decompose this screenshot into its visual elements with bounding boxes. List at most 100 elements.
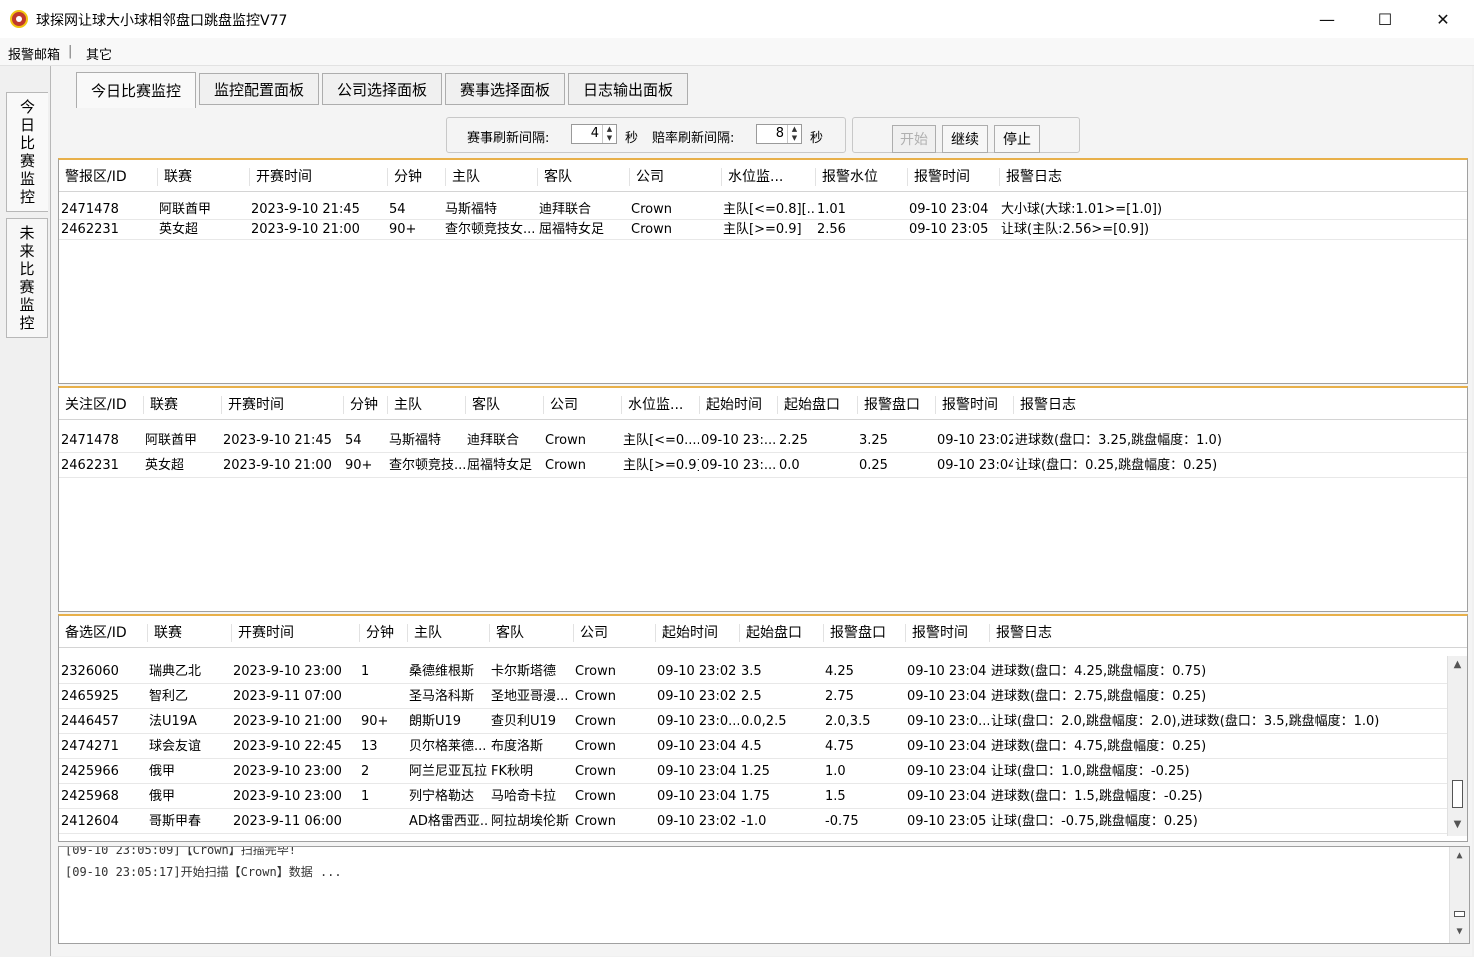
maximize-button[interactable]: ☐ <box>1356 0 1414 38</box>
column-header[interactable]: 开赛时间 <box>221 396 284 414</box>
table-cell: 4.75 <box>825 739 854 754</box>
side-tab-today-matches[interactable]: 今日比赛监控 <box>6 92 48 212</box>
column-header[interactable]: 公司 <box>629 168 664 186</box>
column-header[interactable]: 报警日志 <box>999 168 1062 186</box>
tab-monitor-config[interactable]: 监控配置面板 <box>199 73 319 105</box>
odds-refresh-label: 赔率刷新间隔: <box>652 131 735 146</box>
table-row[interactable]: 2446457 法U19A 2023-9-10 21:00 90+ 朗斯U19 查贝利U1… <box>59 709 1447 734</box>
column-header[interactable]: 报警日志 <box>1013 396 1076 414</box>
tab-company-select[interactable]: 公司选择面板 <box>322 73 442 105</box>
stepper-arrows-icon[interactable]: ▲ ▼ <box>602 125 616 143</box>
column-header[interactable]: 客队 <box>465 396 500 414</box>
table-row[interactable]: 2326060 瑞典乙北 2023-9-10 23:00 1 桑德维根斯 卡尔斯塔德 Cro… <box>59 659 1447 684</box>
column-header[interactable]: 主队 <box>387 396 422 414</box>
close-button[interactable]: ✕ <box>1414 0 1472 38</box>
column-header[interactable]: 警报区/ID <box>59 168 127 186</box>
column-header[interactable]: 主队 <box>407 624 442 642</box>
table-cell: 桑德维根斯 <box>409 664 475 679</box>
column-header[interactable]: 起始盘口 <box>739 624 802 642</box>
column-header[interactable]: 报警盘口 <box>823 624 886 642</box>
column-header[interactable]: 报警时间 <box>907 168 970 186</box>
table-row[interactable]: 2462231 英女超 2023-9-10 21:00 90+ 查尔顿竞技女... 屈福特… <box>59 220 1467 240</box>
table-cell: 1.01 <box>817 202 846 217</box>
column-header[interactable]: 分钟 <box>387 168 422 186</box>
table-row[interactable]: 2425968 俄甲 2023-9-10 23:00 1 列宁格勒达 马哈奇卡拉 Crown… <box>59 784 1447 809</box>
start-button[interactable]: 开始 <box>892 125 936 153</box>
tab-today-monitor[interactable]: 今日比赛监控 <box>76 72 196 108</box>
column-header[interactable]: 起始时间 <box>655 624 718 642</box>
table-scrollbar[interactable]: ▲ ▼ <box>1447 656 1467 836</box>
column-header[interactable]: 水位监... <box>721 168 783 186</box>
table-cell: 进球数(盘口：4.75,跳盘幅度：0.25) <box>991 739 1207 754</box>
column-header[interactable]: 分钟 <box>359 624 394 642</box>
column-header[interactable]: 起始时间 <box>699 396 762 414</box>
column-header[interactable]: 开赛时间 <box>231 624 294 642</box>
column-header[interactable]: 报警盘口 <box>857 396 920 414</box>
table-row[interactable]: 2471478 阿联酋甲 2023-9-10 21:45 54 马斯福特 迪拜联合 Crow… <box>59 428 1467 453</box>
column-header[interactable]: 主队 <box>445 168 480 186</box>
table-cell: 2023-9-10 21:00 <box>223 458 332 473</box>
menu-alarm-mail[interactable]: 报警邮箱 <box>8 44 60 63</box>
scroll-up-icon[interactable]: ▲ <box>1448 656 1467 674</box>
column-header[interactable]: 报警水位 <box>815 168 878 186</box>
scroll-down-icon[interactable]: ▼ <box>1450 923 1469 941</box>
scroll-thumb[interactable] <box>1454 911 1465 917</box>
column-header[interactable]: 报警日志 <box>989 624 1052 642</box>
column-header[interactable]: 备选区/ID <box>59 624 127 642</box>
log-line: [09-10 23:05:09]【Crown】扫描完毕! <box>65 846 296 857</box>
column-header[interactable]: 公司 <box>543 396 578 414</box>
table-row[interactable]: 2471478 阿联酋甲 2023-9-10 21:45 54 马斯福特 迪拜联合 Crow… <box>59 200 1467 220</box>
match-refresh-stepper[interactable]: 4 ▲ ▼ <box>571 124 617 144</box>
minimize-button[interactable]: — <box>1298 0 1356 38</box>
table-cell: 朗斯U19 <box>409 714 462 729</box>
column-header[interactable]: 客队 <box>489 624 524 642</box>
resume-button[interactable]: 继续 <box>942 125 988 153</box>
scroll-thumb[interactable] <box>1452 780 1463 808</box>
table-row[interactable]: 2412604 哥斯甲春 2023-9-11 06:00 AD格雷西亚... 阿拉胡埃伦… <box>59 809 1447 834</box>
column-header[interactable]: 报警时间 <box>905 624 968 642</box>
tab-log-output[interactable]: 日志输出面板 <box>568 73 688 105</box>
table-cell: 4.25 <box>825 664 854 679</box>
column-header[interactable]: 联赛 <box>143 396 178 414</box>
odds-refresh-stepper[interactable]: 8 ▲ ▼ <box>756 124 802 144</box>
match-refresh-value: 4 <box>590 126 599 141</box>
column-header[interactable]: 联赛 <box>147 624 182 642</box>
table-cell: 2425968 <box>61 789 119 804</box>
table-row[interactable]: 2474271 球会友谊 2023-9-10 22:45 13 贝尔格莱德... 布度洛斯… <box>59 734 1447 759</box>
column-header[interactable]: 开赛时间 <box>249 168 312 186</box>
column-header[interactable]: 公司 <box>573 624 608 642</box>
table-cell: 09-10 23:04 <box>907 789 987 804</box>
scroll-up-icon[interactable]: ▲ <box>1450 847 1469 865</box>
table-cell: 屈福特女足 <box>539 222 605 237</box>
table-row[interactable]: 2462231 英女超 2023-9-10 21:00 90+ 查尔顿竞技... 屈福特女… <box>59 453 1467 478</box>
column-header[interactable]: 关注区/ID <box>59 396 127 414</box>
backup-panel: 备选区/ID 联赛 开赛时间 分钟 主队 客队 公司 起始时间 起始盘口 报警盘口 报警时间 报警日志… <box>58 614 1468 842</box>
menu-separator: | <box>68 44 73 59</box>
column-header[interactable]: 客队 <box>537 168 572 186</box>
stop-button[interactable]: 停止 <box>994 125 1040 153</box>
log-scrollbar[interactable]: ▲ ▼ <box>1449 847 1469 943</box>
menu-other[interactable]: 其它 <box>86 44 112 63</box>
table-cell: 0.0 <box>779 458 800 473</box>
tab-event-select[interactable]: 赛事选择面板 <box>445 73 565 105</box>
table-cell: 阿联酋甲 <box>159 202 212 217</box>
column-header[interactable]: 联赛 <box>157 168 192 186</box>
column-header[interactable]: 起始盘口 <box>777 396 840 414</box>
stepper-arrows-icon[interactable]: ▲ ▼ <box>787 125 801 143</box>
table-cell: 2023-9-10 21:00 <box>233 714 342 729</box>
side-tab-future-matches[interactable]: 未来比赛监控 <box>6 218 48 338</box>
scroll-down-icon[interactable]: ▼ <box>1448 816 1467 834</box>
table-cell: 2023-9-10 21:00 <box>251 222 360 237</box>
table-cell: 马斯福特 <box>389 433 442 448</box>
column-header[interactable]: 分钟 <box>343 396 378 414</box>
column-header[interactable]: 报警时间 <box>935 396 998 414</box>
table-cell: 圣马洛科斯 <box>409 689 475 704</box>
table-row[interactable]: 2425966 俄甲 2023-9-10 23:00 2 阿兰尼亚瓦拉 FK秋明 Crown… <box>59 759 1447 784</box>
log-line: [09-10 23:05:17]开始扫描【Crown】数据 ... <box>65 865 342 879</box>
window-title: 球探网让球大小球相邻盘口跳盘监控V77 <box>36 13 288 29</box>
column-header[interactable]: 水位监... <box>621 396 683 414</box>
table-cell: 2462231 <box>61 222 119 237</box>
table-row[interactable]: 2465925 智利乙 2023-9-11 07:00 圣马洛科斯 圣地亚哥漫... Cr… <box>59 684 1447 709</box>
table-cell: 大小球(大球:1.01>=[1.0]) <box>1001 202 1163 217</box>
log-output-box[interactable]: ▲ ▼ [09-10 23:05:09]【Crown】扫描完毕! [09-10 2… <box>58 846 1470 944</box>
